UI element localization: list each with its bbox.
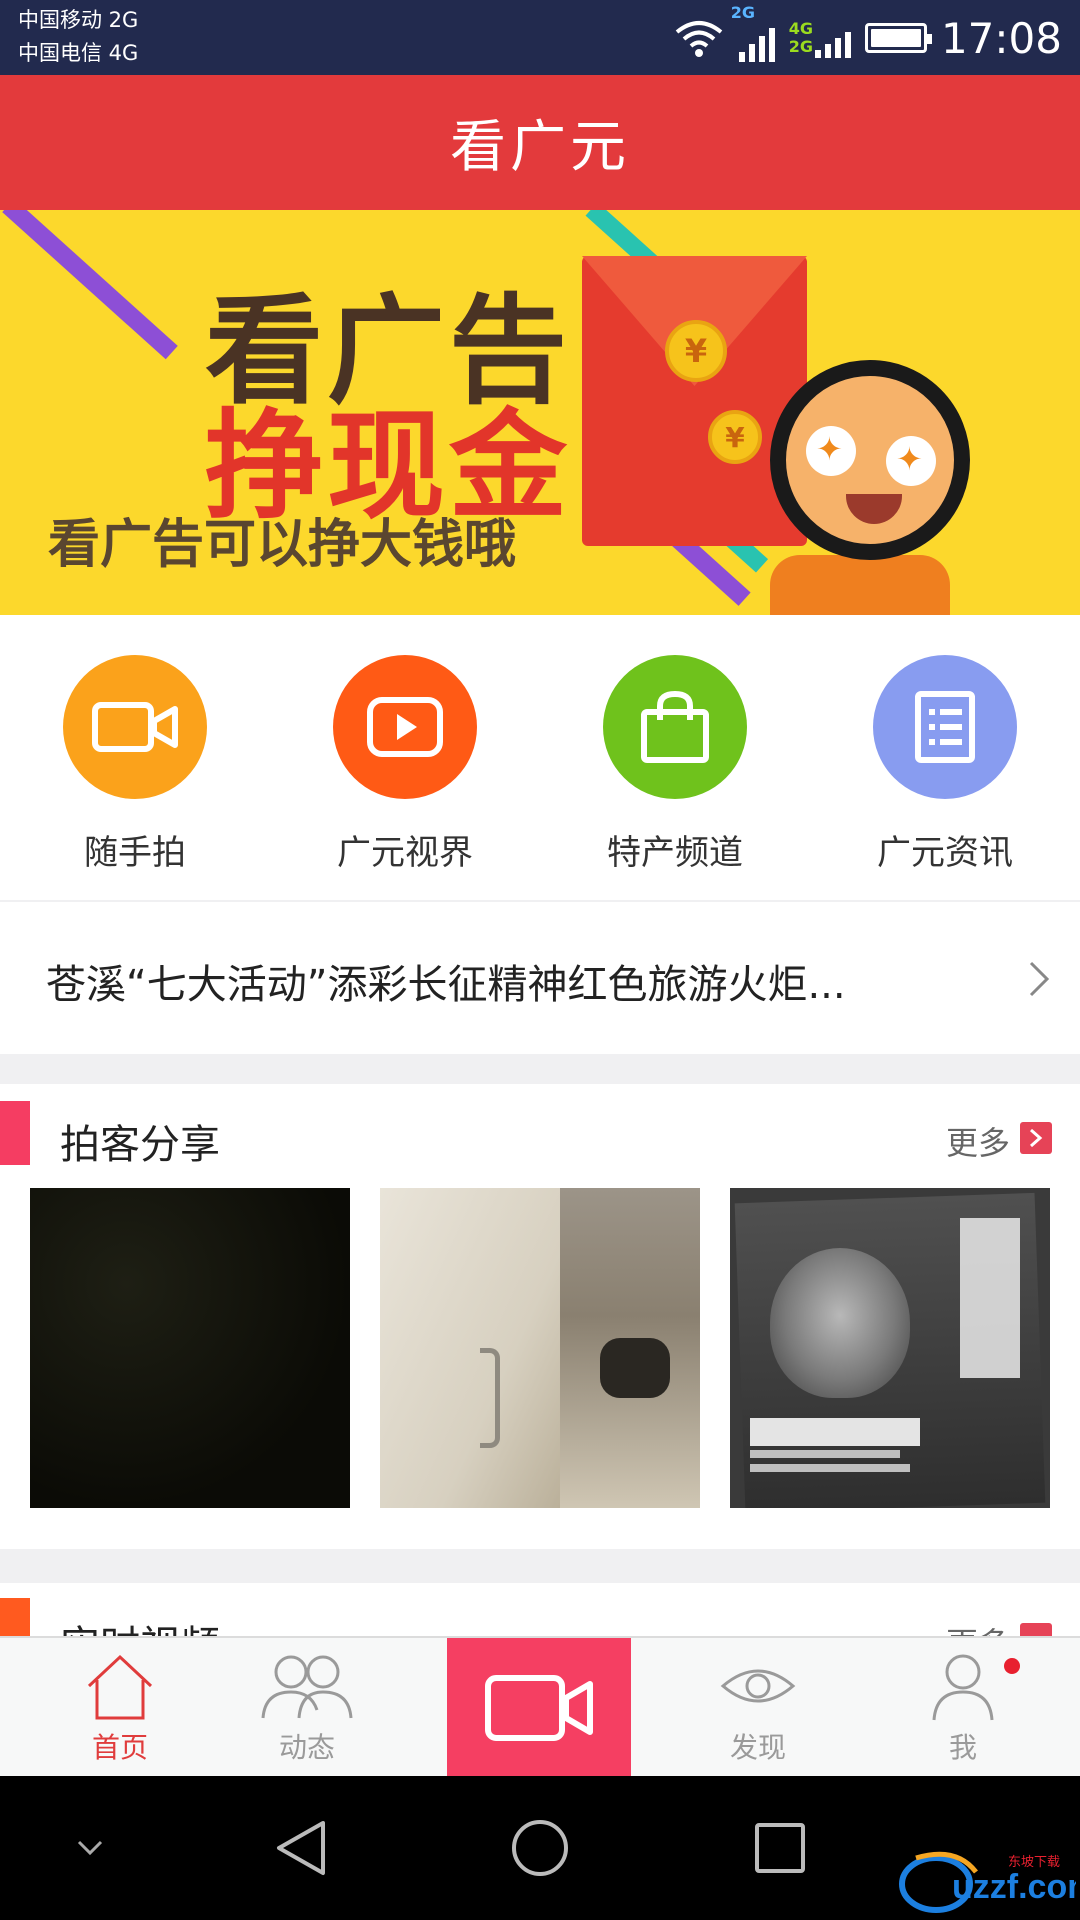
wifi-icon — [675, 21, 722, 57]
coin-icon: ¥ — [708, 410, 762, 464]
video-camera-icon — [485, 1675, 593, 1741]
quick-nav-label: 特产频道 — [607, 833, 743, 873]
tab-label: 动态 — [278, 1731, 335, 1764]
shopping-bag-icon — [641, 690, 709, 763]
tab-home[interactable]: 首页 — [60, 1638, 180, 1778]
chevron-down-icon — [77, 1840, 103, 1856]
home-icon — [87, 1654, 153, 1720]
photo-thumbnail[interactable] — [30, 1188, 350, 1508]
promo-banner[interactable]: 看广告 挣现金 看广告可以挣大钱哦 ¥ ¥ — [0, 210, 1080, 615]
site-watermark-logo: uzzf.com 东坡下载 — [899, 1851, 1076, 1913]
tab-me[interactable]: 我 — [903, 1638, 1023, 1778]
page-title: 看广元 — [450, 115, 630, 180]
quick-nav-techan-pindao[interactable]: 特产频道 — [540, 615, 810, 900]
hide-keyboard-button[interactable] — [60, 1776, 120, 1920]
quick-nav-guangyuan-shijie[interactable]: 广元视界 — [270, 615, 540, 900]
more-arrow-icon[interactable] — [1020, 1122, 1052, 1154]
red-envelope-illustration — [582, 256, 807, 546]
section-title: 拍客分享 — [60, 1122, 220, 1168]
news-ticker[interactable]: 苍溪“七大活动”添彩长征精神红色旅游火炬... — [0, 902, 1080, 1054]
chevron-right-icon — [1029, 961, 1050, 997]
more-link[interactable]: 更多 — [946, 1118, 1010, 1164]
home-circle-icon — [512, 1820, 568, 1876]
network-2g-label-b: 2G — [788, 37, 813, 56]
recents-square-icon — [755, 1823, 805, 1873]
network-4g-label: 4G — [788, 19, 813, 38]
signal-bars-icon-2 — [814, 18, 851, 58]
record-video-button[interactable] — [447, 1638, 631, 1778]
section-realtime-video: 实时视频 更多 — [0, 1583, 1080, 1643]
tab-dynamics[interactable]: 动态 — [247, 1638, 367, 1778]
quick-nav: 随手拍 广元视界 特产频道 广元资讯 — [0, 615, 1080, 900]
quick-nav-guangyuan-zixun[interactable]: 广元资讯 — [810, 615, 1080, 900]
banner-subline: 看广告可以挣大钱哦 — [48, 515, 517, 575]
notification-badge — [1004, 1658, 1020, 1674]
eye-icon — [720, 1669, 796, 1703]
clock: 17:08 — [940, 13, 1062, 63]
quick-nav-label: 随手拍 — [84, 833, 186, 873]
cartoon-body — [770, 555, 950, 615]
section-paike-share: 拍客分享 更多 — [0, 1084, 1080, 1549]
section-accent-bar — [0, 1101, 30, 1165]
recents-button[interactable] — [740, 1776, 820, 1920]
tab-discover[interactable]: 发现 — [698, 1638, 818, 1778]
coin-icon: ¥ — [665, 320, 727, 382]
svg-text:东坡下载: 东坡下载 — [1008, 1855, 1060, 1870]
cartoon-character — [770, 360, 970, 560]
user-icon — [932, 1654, 994, 1721]
play-button-icon — [367, 697, 443, 757]
video-camera-icon — [92, 702, 178, 752]
svg-text:uzzf.com: uzzf.com — [952, 1868, 1076, 1906]
network-2g-label: 2G — [730, 3, 755, 22]
news-list-icon — [915, 691, 975, 763]
carrier-1: 中国移动 2G — [18, 8, 139, 32]
back-triangle-icon — [277, 1821, 325, 1875]
headline-text: 苍溪“七大活动”添彩长征精神红色旅游火炬... — [46, 962, 846, 1008]
people-icon — [261, 1655, 353, 1719]
photo-thumbnail[interactable] — [380, 1188, 700, 1508]
home-button[interactable] — [500, 1776, 580, 1920]
bottom-tab-bar: 首页 动态 发现 我 — [0, 1636, 1080, 1778]
app-header: 看广元 — [0, 75, 1080, 210]
quick-nav-suishoupai[interactable]: 随手拍 — [0, 615, 270, 900]
signal-bars-icon — [738, 22, 775, 62]
section-accent-bar — [0, 1598, 30, 1638]
quick-nav-label: 广元视界 — [337, 833, 473, 873]
tab-label: 发现 — [729, 1731, 786, 1764]
status-bar: 中国移动 2G 中国电信 4G 2G 4G 2G 17:08 — [0, 0, 1080, 75]
photo-thumbnail[interactable] — [730, 1188, 1050, 1508]
tab-label: 首页 — [91, 1731, 148, 1764]
quick-nav-label: 广元资讯 — [877, 833, 1013, 873]
back-button[interactable] — [260, 1776, 340, 1920]
tab-label: 我 — [948, 1731, 977, 1764]
carrier-info: 中国移动 2G 中国电信 4G — [18, 4, 138, 70]
battery-icon — [864, 23, 932, 53]
carrier-2: 中国电信 4G — [18, 41, 139, 65]
banner-stripe — [2, 210, 178, 360]
